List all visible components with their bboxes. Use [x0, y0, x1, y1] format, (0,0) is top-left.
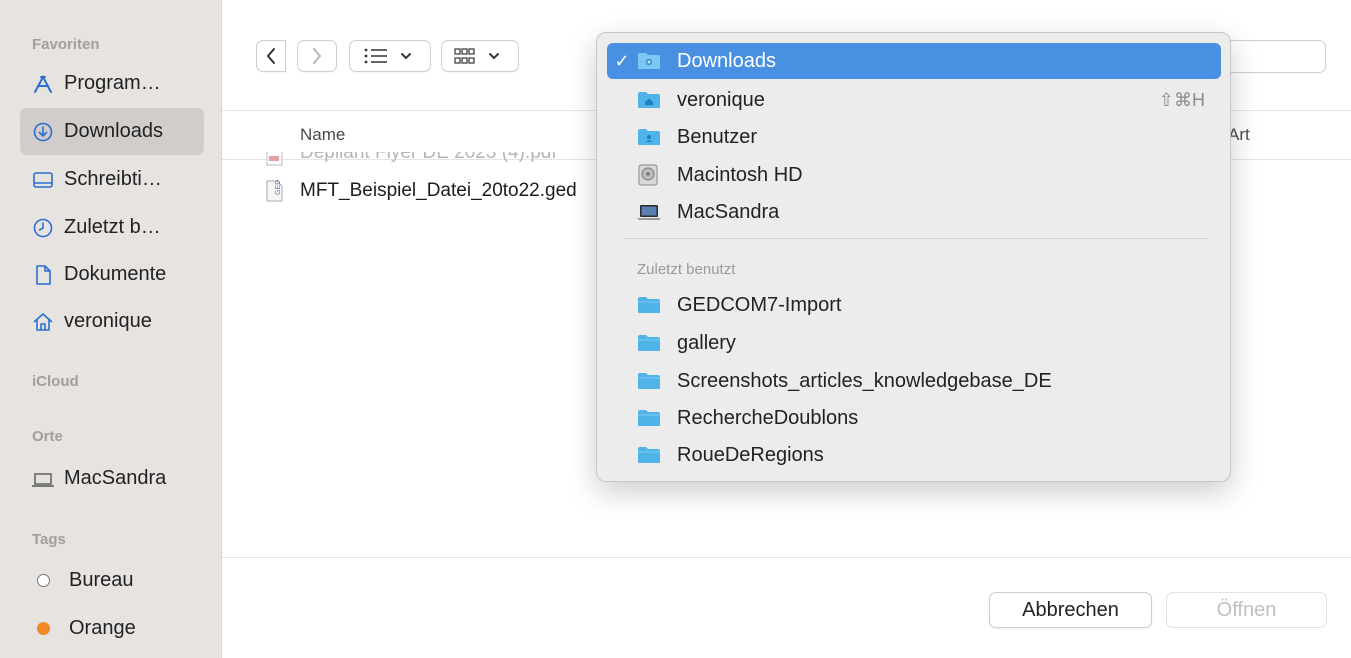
file-row[interactable]: Depliant Flyer DE 2023 (4).pdf [266, 152, 557, 168]
location-menu: ✓ Downloads veronique ⇧⌘H Benutzer Macin… [596, 32, 1231, 482]
menu-item-label: Macintosh HD [677, 163, 803, 186]
sidebar-item-label: Dokumente [64, 263, 167, 285]
chevron-right-icon [313, 48, 322, 64]
menu-item-macsandra[interactable]: MacSandra [607, 194, 1221, 230]
menu-item-label: GEDCOM7-Import [677, 293, 842, 316]
sidebar-item-label: Zuletzt b… [64, 216, 161, 238]
sidebar-item-label: Bureau [69, 569, 134, 591]
folder-icon [637, 445, 661, 465]
menu-item-label: Screenshots_articles_knowledgebase_DE [677, 369, 1052, 392]
folder-icon [637, 333, 661, 353]
sidebar-item-home[interactable]: veronique [20, 298, 204, 345]
tags-header[interactable]: Tags [32, 531, 66, 548]
column-header-kind[interactable]: Art [1228, 125, 1250, 145]
shortcut-label: ⇧⌘H [1158, 89, 1205, 110]
menu-item-recent-folder[interactable]: RoueDeRegions [607, 437, 1221, 473]
menu-item-label: RoueDeRegions [677, 443, 824, 466]
sidebar-item-documents[interactable]: Dokumente [20, 251, 204, 298]
sidebar-item-desktop[interactable]: Schreibti… [20, 156, 204, 203]
laptop-icon [637, 202, 661, 222]
menu-separator [623, 238, 1207, 239]
sidebar-item-label: Downloads [64, 120, 163, 142]
sidebar-tag-bureau[interactable]: Bureau [20, 557, 204, 604]
places-header[interactable]: Orte [32, 428, 63, 445]
sidebar-item-label: veronique [64, 310, 152, 332]
tag-dot-icon [37, 622, 50, 635]
icloud-header[interactable]: iCloud [32, 373, 79, 390]
ged-file-icon: GED [266, 180, 283, 202]
file-name: MFT_Beispiel_Datei_20to22.ged [300, 180, 577, 201]
laptop-icon [32, 468, 54, 490]
sidebar-item-macsandra[interactable]: MacSandra [20, 455, 204, 502]
download-icon [32, 121, 54, 143]
home-icon [32, 311, 54, 333]
sidebar-item-label: Schreibti… [64, 168, 162, 190]
sidebar-item-label: Program… [64, 72, 161, 94]
group-button[interactable] [441, 40, 519, 72]
search-input[interactable] [1226, 40, 1326, 73]
users-folder-icon [637, 127, 661, 147]
hard-drive-icon [637, 164, 661, 186]
file-name: Depliant Flyer DE 2023 (4).pdf [300, 152, 557, 163]
sidebar-item-label: MacSandra [64, 467, 167, 489]
menu-item-label: Downloads [677, 49, 776, 72]
menu-item-label: veronique [677, 88, 765, 111]
forward-button[interactable] [297, 40, 337, 72]
menu-item-macintosh-hd[interactable]: Macintosh HD [607, 157, 1221, 193]
sidebar-item-recents[interactable]: Zuletzt b… [20, 204, 204, 251]
pdf-file-icon [266, 152, 283, 166]
document-icon [32, 264, 54, 286]
folder-icon [637, 371, 661, 391]
sidebar-item-applications[interactable]: Program… [20, 60, 204, 107]
menu-item-recent-folder[interactable]: Screenshots_articles_knowledgebase_DE [607, 363, 1221, 399]
favorites-header: Favoriten [32, 36, 100, 53]
open-button[interactable]: Öffnen [1166, 592, 1327, 628]
menu-item-recent-folder[interactable]: GEDCOM7-Import [607, 287, 1221, 323]
menu-item-recent-folder[interactable]: gallery [607, 325, 1221, 361]
cancel-button[interactable]: Abbrechen [989, 592, 1152, 628]
column-header-name[interactable]: Name [300, 125, 345, 145]
chevron-left-icon [266, 48, 275, 64]
applications-icon [32, 73, 54, 95]
recent-header: Zuletzt benutzt [637, 261, 736, 278]
back-button[interactable] [256, 40, 286, 72]
menu-item-label: gallery [677, 331, 736, 354]
sidebar-item-downloads[interactable]: Downloads [20, 108, 204, 155]
menu-item-home[interactable]: veronique ⇧⌘H [607, 82, 1221, 118]
svg-text:GED: GED [275, 180, 282, 195]
menu-item-label: Benutzer [677, 125, 758, 148]
menu-item-users[interactable]: Benutzer [607, 119, 1221, 155]
downloads-folder-icon [637, 51, 661, 71]
sidebar-item-label: Orange [69, 617, 136, 639]
menu-item-label: MacSandra [677, 200, 780, 223]
home-folder-icon [637, 90, 661, 110]
menu-item-label: RechercheDoublons [677, 406, 859, 429]
clock-icon [32, 217, 54, 239]
menu-item-recent-folder[interactable]: RechercheDoublons [607, 400, 1221, 436]
folder-icon [637, 408, 661, 428]
sidebar-tag-orange[interactable]: Orange [20, 605, 204, 652]
grid-group-icon [454, 48, 499, 64]
menu-item-downloads[interactable]: ✓ Downloads [607, 43, 1221, 79]
file-row[interactable]: GED MFT_Beispiel_Datei_20to22.ged [266, 180, 577, 202]
tag-dot-icon [37, 574, 50, 587]
checkmark-icon: ✓ [614, 50, 630, 71]
desktop-icon [32, 169, 54, 191]
folder-icon [637, 295, 661, 315]
list-view-icon [364, 48, 411, 64]
sidebar: Favoriten Program… Downloads Schreibti… … [0, 0, 222, 658]
view-mode-button[interactable] [349, 40, 431, 72]
